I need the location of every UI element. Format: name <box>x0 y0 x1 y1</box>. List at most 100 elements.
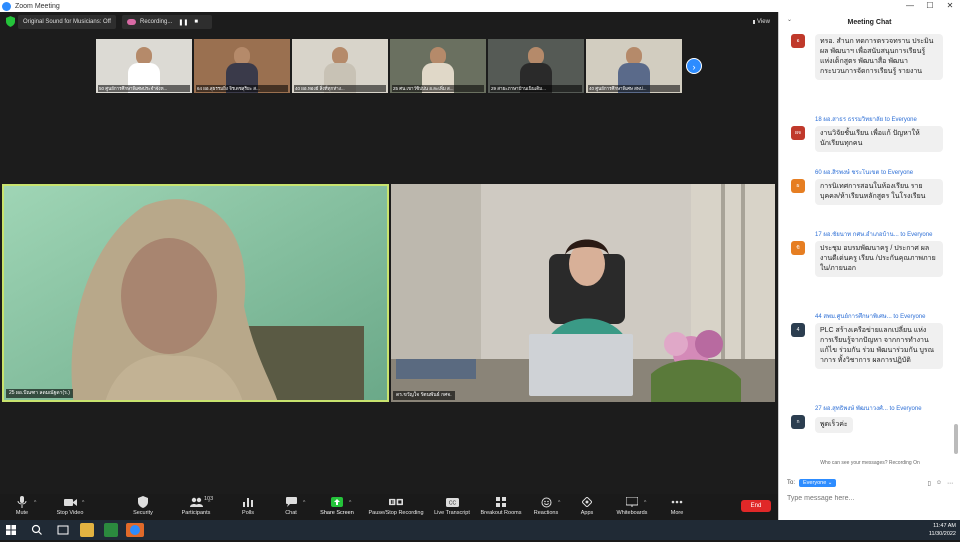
whiteboard-icon <box>625 496 639 508</box>
people-icon <box>189 496 203 508</box>
participants-button[interactable]: Participants 103 ^ <box>176 496 216 520</box>
participants-options-caret-icon[interactable]: ^ <box>208 500 210 506</box>
video-button[interactable]: Stop Video ^ <box>50 496 90 520</box>
reactions-button[interactable]: Reactions ^ <box>526 496 566 520</box>
participant-thumbnail[interactable]: 40 ผอ.ทองย์ สิ่งที่ทุกห่าง... <box>292 39 388 93</box>
thumbnail-name: 25 ศน.เขาว์ซิปปน อ.ละเพิ่ม ส... <box>392 85 484 92</box>
security-button[interactable]: Security <box>123 496 163 520</box>
pause-recording-button[interactable]: ❚❚ <box>178 19 188 26</box>
chat-sender[interactable]: 17 ผอ.ชัยนาท กศษ.อำเภอบ้าน... to Everyon… <box>791 231 951 239</box>
chat-message: 44 สพม.ศูนย์การศึกษาพิเศษ... to Everyone… <box>791 313 951 369</box>
stop-recording-button[interactable]: ■ <box>194 19 198 25</box>
zoom-taskbar-icon[interactable] <box>130 525 140 535</box>
participant-thumbnail[interactable]: 50 ศูนย์การศึกษาพิเศษประจำจังห... <box>96 39 192 93</box>
chat-message-list[interactable]: อ ทรอ. สำนก ทดการตรวจทราน ประมินผล พัฒนาฯ… <box>779 32 960 454</box>
chat-message-input[interactable] <box>787 492 953 504</box>
whiteboards-options-caret-icon[interactable]: ^ <box>644 500 646 506</box>
taskbar-app-icon[interactable] <box>104 523 118 537</box>
close-window-button[interactable]: ✕ <box>940 0 960 12</box>
thumbnail-name: 40 ศูนย์การศึกษาพิเศษ สพป... <box>588 85 680 92</box>
window-titlebar: Zoom Meeting — ☐ ✕ <box>0 0 960 12</box>
chat-visibility-notice[interactable]: Who can see your messages? Recording On <box>779 457 960 469</box>
chat-sender[interactable]: 60 ผอ.สิรพงษ์ ชระโนเขต to Everyone <box>791 169 951 177</box>
transcript-label: Live Transcript <box>434 510 470 516</box>
recording-label: Recording... <box>140 19 173 25</box>
original-sound-label: Original Sound for Musicians: Off <box>23 19 111 25</box>
polls-button[interactable]: Polls <box>228 496 268 520</box>
recipient-select[interactable]: Everyone ⌄ <box>799 479 837 487</box>
participant-thumbnail[interactable]: 64 ผอ.สุธรรมยิ่ง จิรเดชสุริยะ ส... <box>194 39 290 93</box>
participant-thumbnail[interactable]: 40 ศูนย์การศึกษาพิเศษ สพป... <box>586 39 682 93</box>
participant-video-feed-right <box>391 184 775 402</box>
speaker-video-left[interactable]: 25 ผอ.ปัณฑา ลดมณัฐดา(ร.) <box>2 184 389 402</box>
reactions-options-caret-icon[interactable]: ^ <box>558 500 560 506</box>
participants-label: Participants <box>181 510 211 516</box>
chat-sender[interactable]: 44 สพม.ศูนย์การศึกษาพิเศษ... to Everyone <box>791 313 951 321</box>
chat-button[interactable]: Chat ^ <box>271 496 311 520</box>
system-clock[interactable]: 11:47 AM 11/30/2022 <box>929 522 956 538</box>
participant-thumbnail[interactable]: 25 ศน.เขาว์ซิปปน อ.ละเพิ่ม ส... <box>390 39 486 93</box>
chat-recipient-row: To: Everyone ⌄ ▯ ☺ ⋯ <box>787 478 953 488</box>
apps-icon <box>580 496 594 508</box>
thumbnail-name: 29 สายะภาษาบ้านเนินเดิม... <box>490 85 582 92</box>
record-button[interactable]: Pause/Stop Recording <box>368 496 424 520</box>
speaker-right-name: ดร.ขวัญใจ รัตนพันธ์ กศจ. <box>393 391 455 400</box>
video-options-caret-icon[interactable]: ^ <box>82 500 84 506</box>
encryption-shield-icon[interactable] <box>6 16 15 27</box>
next-page-button[interactable]: › <box>686 58 702 74</box>
speaker-video-right[interactable]: ดร.ขวัญใจ รัตนพันธ์ กศจ. <box>391 184 775 402</box>
mute-button[interactable]: Mute ^ <box>2 496 42 520</box>
chat-bubble[interactable]: ทรอ. สำนก ทดการตรวจทราน ประมินผล พัฒนาฯ … <box>815 34 943 80</box>
chat-header: ⌄ Meeting Chat <box>779 12 960 32</box>
transcript-button[interactable]: CC Live Transcript <box>432 496 472 520</box>
file-icon[interactable]: ▯ <box>928 480 931 487</box>
file-explorer-icon[interactable] <box>80 523 94 537</box>
thumbnail-name: 40 ผอ.ทองย์ สิ่งที่ทุกห่าง... <box>294 85 386 92</box>
original-sound-toggle[interactable]: Original Sound for Musicians: Off <box>18 15 116 29</box>
end-meeting-button[interactable]: End <box>741 500 771 512</box>
mute-options-caret-icon[interactable]: ^ <box>34 500 36 506</box>
whiteboards-button[interactable]: Whiteboards ^ <box>612 496 652 520</box>
view-button[interactable]: View <box>748 15 772 29</box>
chat-sender[interactable]: 18 ผอ.สาธร ธรรมวิทยาลัย to Everyone <box>791 116 951 124</box>
dots-icon <box>670 496 684 508</box>
participant-thumbnail[interactable]: 29 สายะภาษาบ้านเนินเดิม... <box>488 39 584 93</box>
emoji-icon[interactable]: ☺ <box>936 480 942 487</box>
chat-bubble[interactable]: พูดเร็วค่ะ <box>815 417 853 433</box>
chat-bubble-icon <box>284 496 298 508</box>
chat-scrollbar[interactable] <box>954 424 958 454</box>
chat-sender[interactable]: 27 ผอ.สุทธิพงษ์ พัฒนาวงศ์... to Everyone <box>791 405 951 413</box>
more-label: More <box>670 510 684 516</box>
svg-text:CC: CC <box>448 500 456 506</box>
task-view-icon[interactable] <box>56 523 70 537</box>
breakout-button[interactable]: Breakout Rooms <box>481 496 521 520</box>
search-icon[interactable] <box>30 523 44 537</box>
reactions-label: Reactions <box>533 510 559 516</box>
more-options-icon[interactable]: ⋯ <box>947 480 953 487</box>
apps-button[interactable]: Apps <box>567 496 607 520</box>
chat-bubble[interactable]: การนิเทศการสอนในห้องเรียน รายบุคคล/ห้าเร… <box>815 179 943 205</box>
chat-message: 60 ผอ.สิรพงษ์ ชระโนเขต to Everyone ผ การนิ… <box>791 169 951 205</box>
zoom-logo-icon <box>2 1 11 11</box>
chat-bubble[interactable]: ประชุม อบรมพัฒนาครู / ประกาศ ผลงานดีเด่น… <box>815 241 943 277</box>
to-label: To: <box>787 480 796 486</box>
breakout-label: Breakout Rooms <box>480 510 522 516</box>
collapse-chevron-icon[interactable]: ⌄ <box>787 16 792 23</box>
chat-bubble[interactable]: PLC สร้างเครือข่ายแลกเปลี่ยน แห่งการเรีย… <box>815 323 943 369</box>
avatar: อ <box>791 34 805 48</box>
recording-indicator: Recording... ❚❚ ■ <box>122 15 212 29</box>
meeting-topbar: Original Sound for Musicians: Off Record… <box>0 14 778 30</box>
chat-options-caret-icon[interactable]: ^ <box>303 500 305 506</box>
microphone-icon <box>15 496 29 508</box>
more-button[interactable]: More <box>657 496 697 520</box>
windows-start-icon[interactable] <box>6 525 16 535</box>
maximize-button[interactable]: ☐ <box>920 0 940 12</box>
chat-message: 27 ผอ.สุทธิพงษ์ พัฒนาวงศ์... to Everyone… <box>791 405 951 433</box>
minimize-button[interactable]: — <box>900 0 920 12</box>
chat-bubble[interactable]: งานวิจัยชั้นเรียน เพื่อแก้ ปัญหาให้นักเร… <box>815 126 943 152</box>
chat-panel: ⌄ Meeting Chat อ ทรอ. สำนก ทดการตรวจทราน … <box>778 12 960 520</box>
avatar: ขิ <box>791 241 805 255</box>
share-button[interactable]: Share Screen ^ <box>317 496 357 520</box>
view-grid-icon <box>753 20 755 24</box>
share-options-caret-icon[interactable]: ^ <box>349 500 351 506</box>
